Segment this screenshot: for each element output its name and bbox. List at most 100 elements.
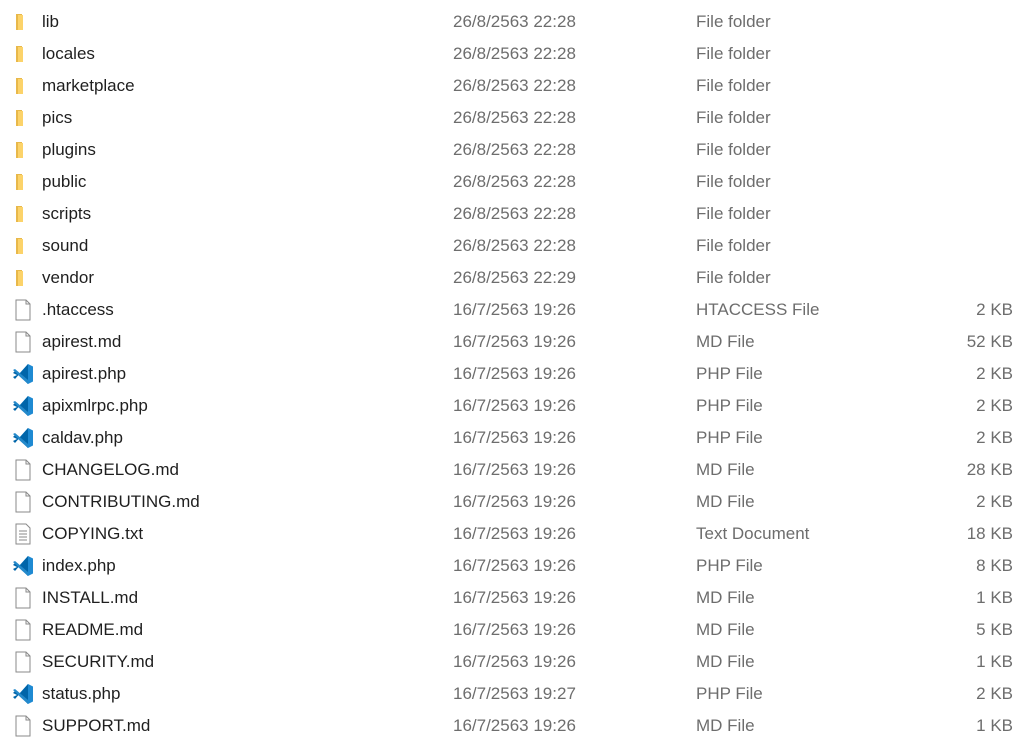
file-size: 2 KB <box>976 492 1013 511</box>
file-row[interactable]: sound 26/8/2563 22:28 File folder <box>0 230 1024 262</box>
file-type: PHP File <box>696 556 763 575</box>
file-type: MD File <box>696 716 755 735</box>
file-row[interactable]: plugins 26/8/2563 22:28 File folder <box>0 134 1024 166</box>
file-type: MD File <box>696 492 755 511</box>
file-size: 2 KB <box>976 396 1013 415</box>
vscode-icon <box>12 683 34 705</box>
file-row[interactable]: marketplace 26/8/2563 22:28 File folder <box>0 70 1024 102</box>
file-size: 2 KB <box>976 684 1013 703</box>
date-modified: 26/8/2563 22:28 <box>453 12 576 31</box>
file-row[interactable]: .htaccess 16/7/2563 19:26 HTACCESS File … <box>0 294 1024 326</box>
file-name[interactable]: plugins <box>42 139 96 161</box>
file-row[interactable]: INSTALL.md 16/7/2563 19:26 MD File 1 KB <box>0 582 1024 614</box>
file-type: PHP File <box>696 364 763 383</box>
file-icon <box>12 491 34 513</box>
file-name[interactable]: lib <box>42 11 59 33</box>
folder-icon <box>12 11 34 33</box>
date-modified: 26/8/2563 22:28 <box>453 204 576 223</box>
file-name[interactable]: CONTRIBUTING.md <box>42 491 200 513</box>
file-type: File folder <box>696 76 771 95</box>
date-modified: 16/7/2563 19:27 <box>453 684 576 703</box>
file-type: File folder <box>696 12 771 31</box>
file-name[interactable]: status.php <box>42 683 120 705</box>
file-row[interactable]: lib 26/8/2563 22:28 File folder <box>0 6 1024 38</box>
file-name[interactable]: apirest.php <box>42 363 126 385</box>
file-size: 28 KB <box>966 460 1013 479</box>
file-name[interactable]: locales <box>42 43 95 65</box>
file-row[interactable]: CHANGELOG.md 16/7/2563 19:26 MD File 28 … <box>0 454 1024 486</box>
file-type: File folder <box>696 108 771 127</box>
file-type: PHP File <box>696 684 763 703</box>
file-type: File folder <box>696 44 771 63</box>
file-type: File folder <box>696 268 771 287</box>
file-name[interactable]: marketplace <box>42 75 135 97</box>
file-type: PHP File <box>696 396 763 415</box>
file-row[interactable]: vendor 26/8/2563 22:29 File folder <box>0 262 1024 294</box>
date-modified: 26/8/2563 22:28 <box>453 172 576 191</box>
date-modified: 26/8/2563 22:28 <box>453 236 576 255</box>
file-name[interactable]: vendor <box>42 267 94 289</box>
file-name[interactable]: SECURITY.md <box>42 651 154 673</box>
file-size: 2 KB <box>976 364 1013 383</box>
file-name[interactable]: SUPPORT.md <box>42 715 150 737</box>
file-name[interactable]: COPYING.txt <box>42 523 143 545</box>
file-row[interactable]: apirest.php 16/7/2563 19:26 PHP File 2 K… <box>0 358 1024 390</box>
date-modified: 16/7/2563 19:26 <box>453 364 576 383</box>
date-modified: 16/7/2563 19:26 <box>453 620 576 639</box>
file-row[interactable]: SECURITY.md 16/7/2563 19:26 MD File 1 KB <box>0 646 1024 678</box>
file-row[interactable]: CONTRIBUTING.md 16/7/2563 19:26 MD File … <box>0 486 1024 518</box>
date-modified: 16/7/2563 19:26 <box>453 652 576 671</box>
date-modified: 26/8/2563 22:28 <box>453 108 576 127</box>
date-modified: 16/7/2563 19:26 <box>453 492 576 511</box>
file-row[interactable]: apixmlrpc.php 16/7/2563 19:26 PHP File 2… <box>0 390 1024 422</box>
file-size: 1 KB <box>976 652 1013 671</box>
date-modified: 16/7/2563 19:26 <box>453 460 576 479</box>
date-modified: 16/7/2563 19:26 <box>453 588 576 607</box>
folder-icon <box>12 75 34 97</box>
file-row[interactable]: COPYING.txt 16/7/2563 19:26 Text Documen… <box>0 518 1024 550</box>
date-modified: 16/7/2563 19:26 <box>453 428 576 447</box>
folder-icon <box>12 171 34 193</box>
file-name[interactable]: sound <box>42 235 88 257</box>
file-row[interactable]: caldav.php 16/7/2563 19:26 PHP File 2 KB <box>0 422 1024 454</box>
file-row[interactable]: scripts 26/8/2563 22:28 File folder <box>0 198 1024 230</box>
date-modified: 16/7/2563 19:26 <box>453 524 576 543</box>
file-name[interactable]: INSTALL.md <box>42 587 138 609</box>
file-icon <box>12 587 34 609</box>
file-name[interactable]: README.md <box>42 619 143 641</box>
file-type: Text Document <box>696 524 810 543</box>
file-type: MD File <box>696 620 755 639</box>
file-type: File folder <box>696 172 771 191</box>
file-type: PHP File <box>696 428 763 447</box>
file-name[interactable]: .htaccess <box>42 299 114 321</box>
file-row[interactable]: status.php 16/7/2563 19:27 PHP File 2 KB <box>0 678 1024 710</box>
folder-icon <box>12 235 34 257</box>
folder-icon <box>12 203 34 225</box>
file-name[interactable]: pics <box>42 107 72 129</box>
file-size: 5 KB <box>976 620 1013 639</box>
file-name[interactable]: apixmlrpc.php <box>42 395 148 417</box>
file-row[interactable]: SUPPORT.md 16/7/2563 19:26 MD File 1 KB <box>0 710 1024 742</box>
file-type: MD File <box>696 588 755 607</box>
file-type: File folder <box>696 204 771 223</box>
file-row[interactable]: locales 26/8/2563 22:28 File folder <box>0 38 1024 70</box>
folder-icon <box>12 107 34 129</box>
file-name[interactable]: scripts <box>42 203 91 225</box>
file-icon <box>12 459 34 481</box>
file-size: 52 KB <box>966 332 1013 351</box>
date-modified: 16/7/2563 19:26 <box>453 396 576 415</box>
file-row[interactable]: public 26/8/2563 22:28 File folder <box>0 166 1024 198</box>
file-name[interactable]: apirest.md <box>42 331 121 353</box>
vscode-icon <box>12 427 34 449</box>
file-name[interactable]: caldav.php <box>42 427 123 449</box>
vscode-icon <box>12 555 34 577</box>
file-name[interactable]: public <box>42 171 86 193</box>
file-name[interactable]: index.php <box>42 555 116 577</box>
file-row[interactable]: apirest.md 16/7/2563 19:26 MD File 52 KB <box>0 326 1024 358</box>
vscode-icon <box>12 395 34 417</box>
date-modified: 16/7/2563 19:26 <box>453 332 576 351</box>
file-row[interactable]: pics 26/8/2563 22:28 File folder <box>0 102 1024 134</box>
file-name[interactable]: CHANGELOG.md <box>42 459 179 481</box>
file-row[interactable]: index.php 16/7/2563 19:26 PHP File 8 KB <box>0 550 1024 582</box>
file-row[interactable]: README.md 16/7/2563 19:26 MD File 5 KB <box>0 614 1024 646</box>
